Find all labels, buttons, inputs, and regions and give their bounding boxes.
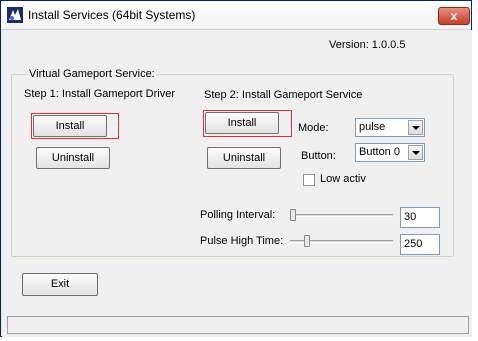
button-label: Button: xyxy=(301,150,336,162)
polling-interval-input[interactable]: 30 xyxy=(400,207,440,228)
step1-install-button[interactable]: Install xyxy=(33,115,107,137)
chevron-down-icon[interactable] xyxy=(408,120,423,135)
button-select[interactable]: Button 0 xyxy=(355,143,425,162)
title-bar[interactable]: Install Services (64bit Systems) x xyxy=(1,1,471,30)
low-activ-checkbox[interactable] xyxy=(303,174,315,186)
install-services-window: Install Services (64bit Systems) x Versi… xyxy=(0,0,472,337)
close-button[interactable]: x xyxy=(438,7,470,25)
step2-uninstall-button[interactable]: Uninstall xyxy=(207,147,281,169)
window-title: Install Services (64bit Systems) xyxy=(28,8,196,22)
pulse-high-time-label: Pulse High Time: xyxy=(200,235,284,247)
status-bar xyxy=(7,316,469,334)
close-icon: x xyxy=(450,9,458,23)
window-client-area: Version: 1.0.0.5 Virtual Gameport Servic… xyxy=(2,30,472,337)
app-icon xyxy=(7,7,23,23)
pulse-high-time-slider-thumb[interactable] xyxy=(304,235,310,247)
pulse-high-time-input[interactable]: 250 xyxy=(400,234,440,255)
step1-uninstall-button[interactable]: Uninstall xyxy=(36,147,110,169)
mode-select[interactable]: pulse xyxy=(355,118,425,137)
chevron-down-icon[interactable] xyxy=(408,145,423,160)
polling-interval-label: Polling Interval: xyxy=(200,209,276,221)
group-label: Virtual Gameport Service: xyxy=(27,68,157,80)
step2-heading: Step 2: Install Gameport Service xyxy=(204,89,363,101)
polling-interval-slider-thumb[interactable] xyxy=(290,209,296,221)
button-select-value: Button 0 xyxy=(359,146,400,158)
polling-interval-slider[interactable] xyxy=(290,214,393,217)
mode-label: Mode: xyxy=(298,122,329,134)
step2-install-button[interactable]: Install xyxy=(205,112,279,134)
mode-select-value: pulse xyxy=(359,121,386,133)
step1-heading: Step 1: Install Gameport Driver xyxy=(24,88,176,100)
low-activ-label: Low activ xyxy=(320,173,366,185)
version-label: Version: 1.0.0.5 xyxy=(329,39,406,51)
exit-button[interactable]: Exit xyxy=(22,273,98,296)
